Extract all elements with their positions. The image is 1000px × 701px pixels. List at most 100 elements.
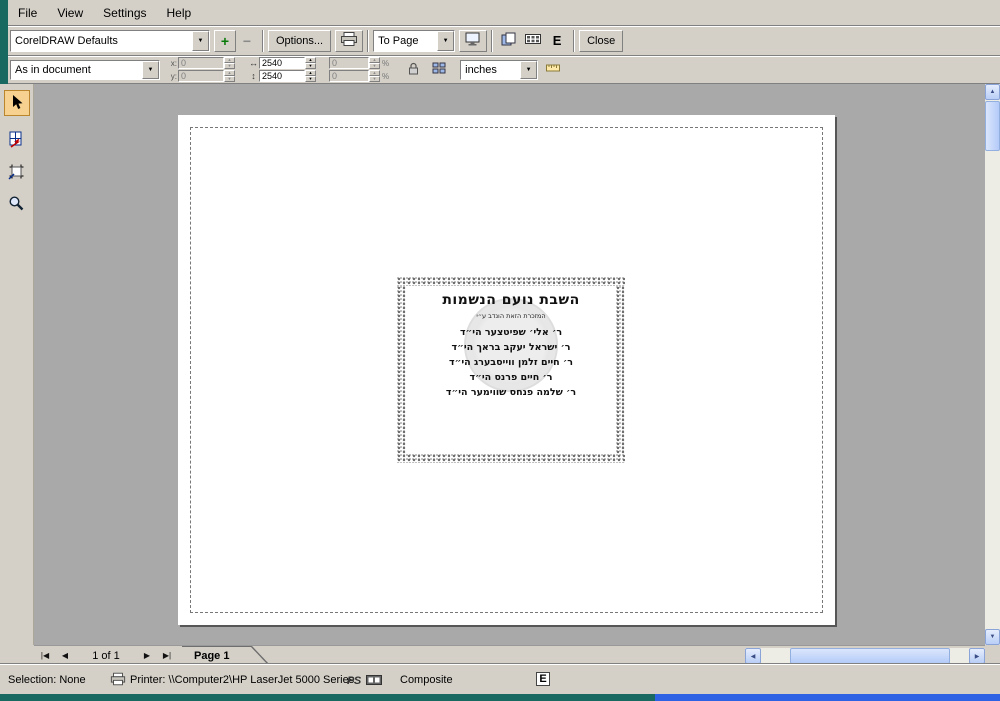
spin-down-icon: ▼: [224, 63, 235, 69]
chevron-down-icon[interactable]: ▼: [520, 60, 538, 79]
spin-down-icon: ▼: [369, 63, 380, 69]
scroll-left-button[interactable]: ◀: [745, 648, 761, 664]
width-field[interactable]: 2540: [259, 57, 305, 69]
previous-page-button[interactable]: ◀: [56, 648, 74, 663]
artwork-name-line: ר׳ חיים פרנס הי״ד: [469, 372, 553, 383]
spin-down-icon: ▼: [369, 76, 380, 82]
zoom-value: To Page: [378, 34, 419, 47]
zoom-combo[interactable]: To Page ▼: [373, 29, 456, 52]
tile-pages-button[interactable]: [426, 59, 453, 80]
lock-icon: [408, 62, 419, 78]
property-bar: As in document ▼ x: 0 ▲ ▼ y: 0 ▲ ▼ ↔ 2540 …: [8, 56, 1000, 84]
size-spinners: ↔ 2540 ▲ ▼ ↕ 2540 ▲ ▼: [248, 57, 316, 82]
enhanced-view-icon: E: [536, 672, 550, 686]
vertical-size-icon: ↕: [251, 71, 256, 81]
scrollbar-corner: [985, 645, 1000, 664]
chevron-down-icon[interactable]: ▼: [437, 30, 455, 51]
chevron-down-icon[interactable]: ▼: [142, 60, 159, 79]
ornament-border-right: [616, 286, 625, 454]
units-combo[interactable]: inches ▼: [460, 59, 539, 80]
width-spinner[interactable]: ↔ 2540 ▲ ▼: [248, 57, 316, 69]
toolbar-separator: [573, 29, 576, 52]
scale-x-field: 0: [329, 57, 369, 69]
film-icon: [366, 675, 382, 688]
vertical-scrollbar[interactable]: ▲ ▼: [985, 84, 1000, 645]
mirror-button[interactable]: E: [545, 29, 570, 52]
pick-tool[interactable]: [3, 90, 30, 116]
print-button[interactable]: [335, 29, 364, 52]
spin-down-icon[interactable]: ▼: [305, 63, 316, 69]
scroll-right-button[interactable]: ▶: [969, 648, 985, 664]
desktop-background: [655, 694, 1000, 701]
ornament-border-left: [397, 286, 406, 454]
height-field[interactable]: 2540: [259, 70, 305, 82]
percent-label: %: [382, 71, 390, 81]
marks-placement-tool[interactable]: [4, 160, 30, 186]
enable-separations-button[interactable]: [497, 29, 522, 52]
preview-canvas[interactable]: השבת נועם הנשמות המזכרת הזאת הונדב ע״י ר…: [34, 84, 985, 645]
maintain-aspect-button[interactable]: [402, 59, 425, 80]
page-position-label: 1 of 1: [92, 650, 120, 662]
scroll-up-button[interactable]: ▲: [985, 84, 1000, 100]
image-position-combo[interactable]: As in document ▼: [10, 59, 160, 80]
first-page-button[interactable]: |◀: [36, 648, 54, 663]
y-field: 0: [178, 70, 224, 82]
artwork-name-line: ר׳ ישראל יעקב בראך הי״ד: [451, 342, 571, 353]
imposition-layout-tool[interactable]: [4, 128, 30, 154]
horizontal-scrollbar[interactable]: ◀ ▶: [745, 648, 985, 664]
artwork-name-line: ר׳ אלי׳ שפיטצער הי״ד: [459, 327, 563, 338]
options-button[interactable]: Options...: [268, 29, 332, 52]
arrow-left-icon: ◀: [750, 653, 756, 660]
menu-settings[interactable]: Settings: [93, 1, 156, 25]
print-style-value: CorelDRAW Defaults: [15, 34, 118, 47]
negative-film-icon: [525, 34, 542, 47]
vertical-scroll-thumb[interactable]: [985, 101, 1000, 151]
y-position-spinner: y: 0 ▲ ▼: [168, 70, 235, 82]
y-label: y:: [170, 71, 177, 81]
chevron-down-icon[interactable]: ▼: [192, 30, 209, 51]
arrow-up-icon: ▲: [989, 89, 996, 95]
postscript-icon: PS: [347, 675, 361, 687]
ruler-icon: [546, 63, 561, 76]
scale-x-spinner: 0 ▲ ▼ %: [329, 57, 389, 69]
percent-label: %: [382, 58, 390, 68]
x-position-spinner: x: 0 ▲ ▼: [168, 57, 235, 69]
invert-button[interactable]: [521, 29, 546, 52]
artwork-text: השבת נועם הנשמות המזכרת הזאת הונדב ע״י ר…: [408, 287, 614, 453]
horizontal-scroll-thumb[interactable]: [790, 648, 950, 664]
full-screen-preview-button[interactable]: [459, 29, 488, 52]
add-print-style-button[interactable]: +: [214, 29, 236, 52]
scale-y-spinner: 0 ▲ ▼ %: [329, 70, 389, 82]
next-page-button[interactable]: ▶: [138, 648, 156, 663]
scale-y-field: 0: [329, 70, 369, 82]
crop-marks-icon: [8, 163, 25, 183]
printer-icon: [340, 32, 358, 49]
menu-help[interactable]: Help: [157, 1, 202, 25]
print-preview-window: File View Settings Help CorelDRAW Defaul…: [0, 0, 1000, 701]
x-field: 0: [178, 57, 224, 69]
artwork-block: השבת נועם הנשמות המזכרת הזאת הונדב ע״י ר…: [397, 277, 625, 463]
delete-print-style-button: −: [236, 29, 258, 52]
color-pages-icon: [501, 32, 517, 49]
magnifier-icon: [8, 195, 25, 215]
last-page-button[interactable]: ▶|: [158, 648, 176, 663]
menu-view[interactable]: View: [47, 1, 93, 25]
artwork-name-line: ר׳ חיים זלמן ווייסבערג הי״ד: [449, 357, 573, 368]
spin-down-icon[interactable]: ▼: [305, 76, 316, 82]
page-tab[interactable]: Page 1: [182, 646, 274, 665]
units-options-button[interactable]: [541, 59, 566, 80]
zoom-tool[interactable]: [4, 192, 30, 218]
page-tab-label: Page 1: [194, 650, 230, 662]
scale-spinners: 0 ▲ ▼ % 0 ▲ ▼ %: [329, 57, 389, 82]
printer-status: Printer: \\Computer2\HP LaserJet 5000 Se…: [130, 674, 355, 686]
toolbox: [0, 84, 34, 645]
scroll-down-button[interactable]: ▼: [985, 629, 1000, 645]
menu-file[interactable]: File: [8, 1, 47, 25]
artwork-dedication: המזכרת הזאת הונדב ע״י: [476, 312, 546, 320]
page-navigation-bar: |◀ ◀ 1 of 1 ▶ ▶| Page 1 ◀ ▶: [34, 645, 985, 665]
close-button[interactable]: Close: [579, 29, 624, 52]
x-label: x:: [170, 58, 177, 68]
image-position-value: As in document: [15, 63, 91, 76]
height-spinner[interactable]: ↕ 2540 ▲ ▼: [248, 70, 316, 82]
print-style-combo[interactable]: CorelDRAW Defaults ▼: [10, 29, 210, 52]
